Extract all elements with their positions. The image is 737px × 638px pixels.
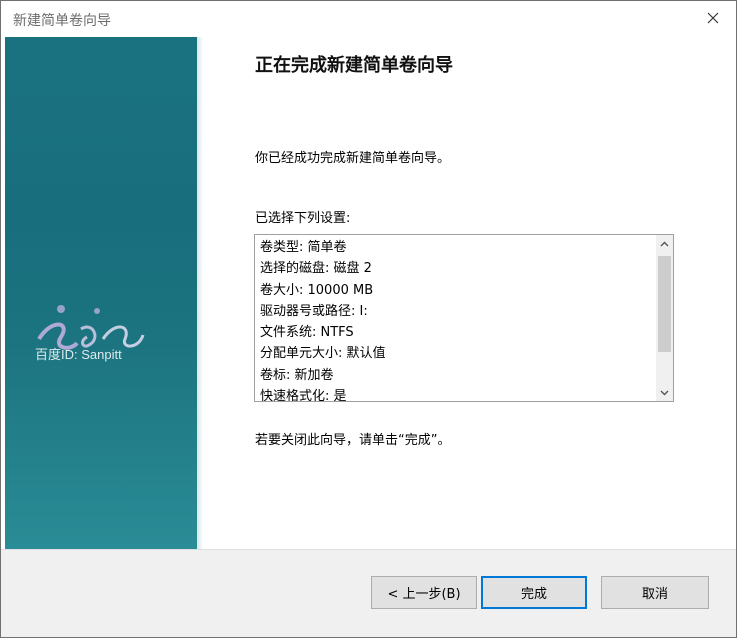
banner-divider bbox=[197, 37, 203, 549]
list-item: 选择的磁盘: 磁盘 2 bbox=[260, 261, 372, 277]
chevron-down-icon bbox=[660, 390, 669, 395]
wizard-content: 百度ID: Sanpitt 正在完成新建简单卷向导 你已经成功完成新建简单卷向导… bbox=[1, 37, 736, 549]
list-item: 文件系统: NTFS bbox=[260, 325, 354, 341]
scroll-up-button[interactable] bbox=[656, 235, 673, 252]
finish-button[interactable]: 完成 bbox=[481, 576, 587, 609]
side-banner: 百度ID: Sanpitt bbox=[5, 37, 201, 549]
page-title: 正在完成新建简单卷向导 bbox=[255, 55, 453, 76]
list-item: 分配单元大小: 默认值 bbox=[260, 346, 386, 362]
window-title: 新建简单卷向导 bbox=[13, 13, 111, 29]
back-button[interactable]: < 上一步(B) bbox=[371, 576, 477, 609]
close-button[interactable] bbox=[696, 3, 730, 33]
close-hint-text: 若要关闭此向导，请单击“完成”。 bbox=[255, 433, 451, 448]
close-icon bbox=[707, 12, 719, 24]
settings-list: 卷类型: 简单卷 选择的磁盘: 磁盘 2 卷大小: 10000 MB 驱动器号或… bbox=[260, 237, 386, 402]
title-bar: 新建简单卷向导 bbox=[1, 1, 736, 37]
watermark-text: 百度ID: Sanpitt bbox=[35, 347, 122, 362]
footer-divider bbox=[1, 549, 736, 550]
list-item: 卷类型: 简单卷 bbox=[260, 240, 347, 255]
vertical-scrollbar[interactable] bbox=[656, 235, 673, 401]
wizard-window: 新建简单卷向导 百度ID: Sanpitt 正在完成新建简单卷向导 你已经成功完… bbox=[0, 0, 737, 638]
list-item: 卷大小: 10000 MB bbox=[260, 282, 374, 298]
settings-label: 已选择下列设置: bbox=[255, 211, 351, 226]
settings-listbox[interactable]: 卷类型: 简单卷 选择的磁盘: 磁盘 2 卷大小: 10000 MB 驱动器号或… bbox=[254, 234, 674, 402]
chevron-up-icon bbox=[660, 241, 669, 246]
scroll-down-button[interactable] bbox=[656, 384, 673, 401]
scroll-thumb[interactable] bbox=[658, 256, 671, 352]
completion-text: 你已经成功完成新建简单卷向导。 bbox=[255, 151, 451, 166]
list-item: 快速格式化: 是 bbox=[260, 389, 347, 402]
list-item: 卷标: 新加卷 bbox=[260, 367, 334, 383]
list-item: 驱动器号或路径: I: bbox=[260, 303, 368, 319]
cancel-button[interactable]: 取消 bbox=[601, 576, 709, 609]
